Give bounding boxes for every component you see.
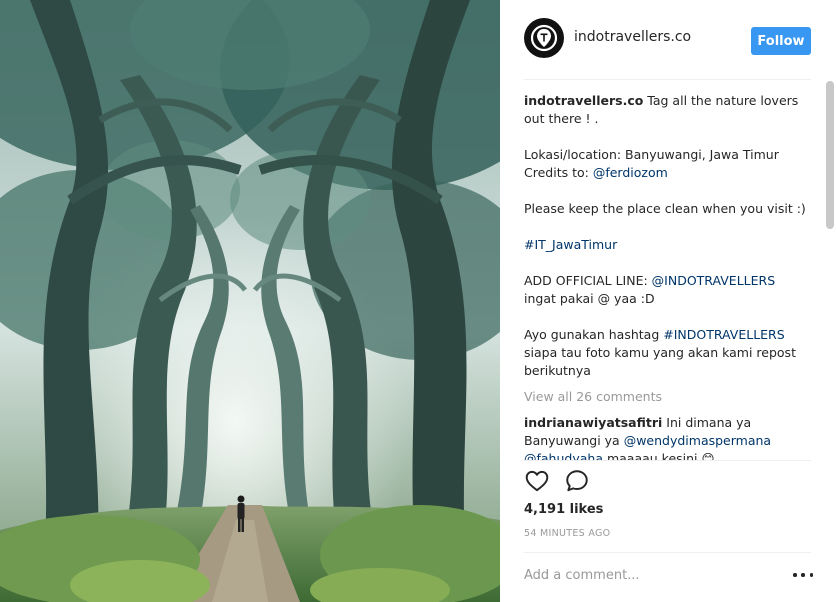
caption: indotravellers.co Tag all the nature lov… — [524, 92, 811, 380]
hashtag-link[interactable]: #IT_JawaTimur — [524, 237, 617, 252]
comment: indrianawiyatsafitri Ini dimana ya Banyu… — [524, 414, 811, 460]
likes-count[interactable]: 4,191 likes — [524, 502, 603, 517]
comment-text: maaaau kesini 😊 — [602, 451, 715, 460]
add-comment-input[interactable] — [524, 565, 774, 585]
hashtag-link[interactable]: #INDOTRAVELLERS — [663, 327, 784, 342]
comment-bubble-icon[interactable] — [564, 468, 592, 496]
caption-clean-note: Please keep the place clean when you vis… — [524, 201, 811, 216]
caption-repost-note: siapa tau foto kamu yang akan kami repos… — [524, 345, 796, 360]
post-header: indotravellers.co Follow — [524, 18, 811, 64]
dot — [801, 573, 805, 577]
comment-username[interactable]: indrianawiyatsafitri — [524, 415, 662, 430]
more-options-icon[interactable] — [793, 568, 813, 582]
caption-credits-label: Credits to: — [524, 165, 593, 180]
indotravellers-logo-icon — [530, 24, 558, 52]
post-username[interactable]: indotravellers.co — [574, 29, 691, 45]
caption-text: Tag all the nature lovers — [643, 93, 799, 108]
divider — [524, 460, 811, 461]
comment-mention-link[interactable]: @wendydimaspermana — [624, 433, 771, 448]
official-mention-link[interactable]: @INDOTRAVELLERS — [652, 273, 775, 288]
comments-section[interactable]: indotravellers.co Tag all the nature lov… — [524, 92, 811, 460]
view-all-comments-link[interactable]: View all 26 comments — [524, 388, 811, 406]
dot — [809, 573, 813, 577]
caption-text: out there ! . — [524, 111, 599, 126]
follow-button[interactable]: Follow — [751, 27, 811, 55]
post-timestamp[interactable]: 54 MINUTES AGO — [524, 528, 610, 539]
caption-official-label: ADD OFFICIAL LINE: — [524, 273, 652, 288]
caption-hashtag-label: Ayo gunakan hashtag — [524, 327, 664, 342]
caption-location: Lokasi/location: Banyuwangi, Jawa Timur — [524, 147, 779, 162]
caption-official-note: ingat pakai @ yaa :D — [524, 291, 655, 306]
divider — [524, 552, 811, 553]
avatar[interactable] — [524, 18, 564, 58]
dot — [793, 573, 797, 577]
comment-text: Ini dimana ya — [662, 415, 752, 430]
heart-icon[interactable] — [524, 468, 552, 496]
post-photo[interactable] — [0, 0, 500, 602]
comments-scrollbar[interactable] — [826, 81, 834, 229]
comment-mention-link[interactable]: @fahudyaha — [524, 451, 603, 460]
caption-username[interactable]: indotravellers.co — [524, 93, 643, 108]
caption-repost-note: berikutnya — [524, 363, 591, 378]
divider — [524, 79, 811, 80]
credits-mention-link[interactable]: @ferdiozom — [593, 165, 668, 180]
comment-text: Banyuwangi ya — [524, 433, 624, 448]
